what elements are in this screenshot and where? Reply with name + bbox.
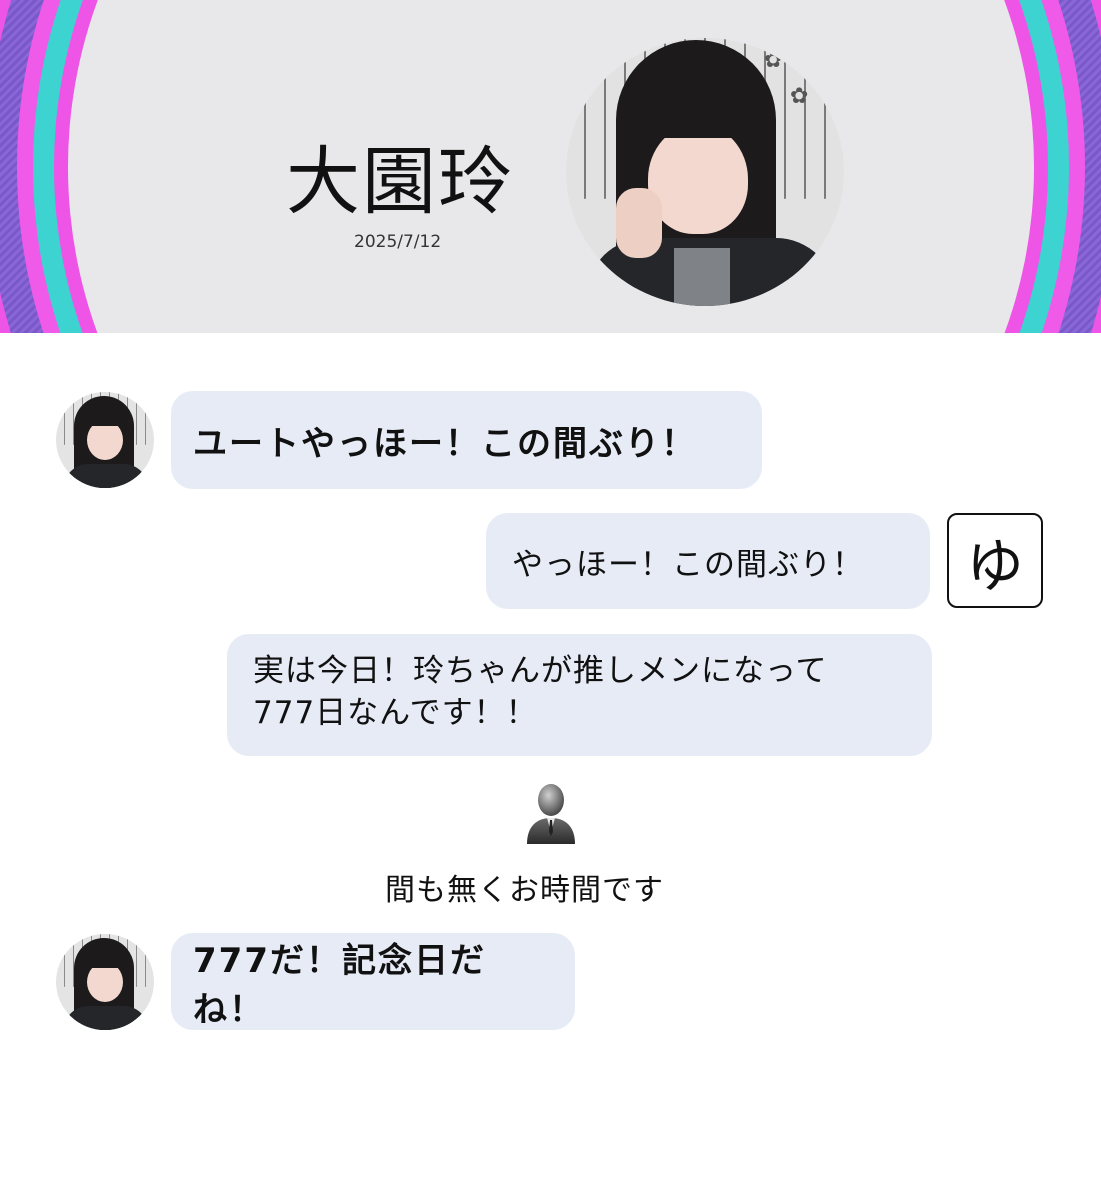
member-profile-photo: ✿ ✿ xyxy=(566,38,844,306)
staff-person-icon xyxy=(527,784,575,844)
message-text: ユートやっほー！この間ぶり！ xyxy=(193,423,697,464)
banner-inner-circle xyxy=(67,0,1034,333)
header-banner: 大園玲 2025/7/12 ✿ ✿ xyxy=(0,0,1101,333)
user-message-bubble: やっほー！この間ぶり！ xyxy=(486,513,930,609)
member-message-bubble: ユートやっほー！この間ぶり！ xyxy=(171,391,762,489)
member-avatar[interactable] xyxy=(56,392,154,488)
staff-notice-text: 間も無くお時間です xyxy=(385,873,664,908)
message-line-2: 777日なんです！！ xyxy=(253,695,538,731)
member-avatar[interactable] xyxy=(56,934,154,1030)
message-line-1: 実は今日！玲ちゃんが推しメンになって xyxy=(253,653,828,689)
member-name: 大園玲 xyxy=(286,139,514,225)
user-avatar-icon[interactable]: ゆ xyxy=(947,513,1043,608)
user-message-bubble: 実は今日！玲ちゃんが推しメンになって 777日なんです！！ xyxy=(227,634,932,756)
talk-date: 2025/7/12 xyxy=(354,232,442,252)
member-message-bubble: 777だ！記念日だね！ xyxy=(171,933,575,1030)
message-text: やっほー！この間ぶり！ xyxy=(512,546,864,583)
message-text: 777だ！記念日だね！ xyxy=(193,940,486,1030)
